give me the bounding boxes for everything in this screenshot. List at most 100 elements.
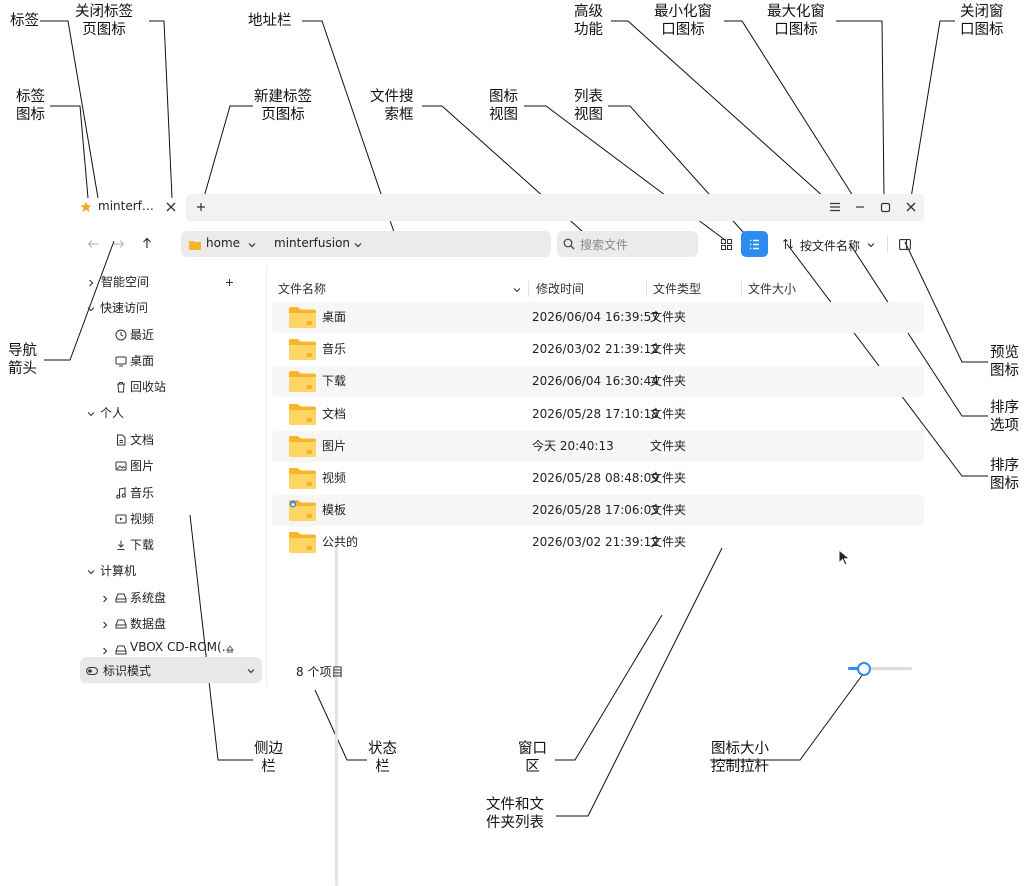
column-divider[interactable] [646,281,647,297]
callout-icon-size-slider: 图标大小 控制拉杆 [711,741,769,775]
mode-selector[interactable]: 标识模式 [80,657,262,683]
plus-icon[interactable] [223,276,235,288]
sort-icon[interactable] [781,237,795,251]
toolbar-divider [887,236,888,252]
column-divider[interactable] [741,281,742,297]
chevron-down-icon[interactable] [247,239,257,249]
breadcrumb-home[interactable]: home [206,236,240,250]
file-row[interactable]: 公共的 2026/03/02 21:39:12 文件夹 [272,527,924,558]
slider-handle[interactable] [857,662,871,676]
chevron-down-icon[interactable] [512,284,522,294]
preview-icon[interactable] [898,237,912,251]
file-row[interactable]: 下载 2026/06/04 16:30:44 文件夹 [272,366,924,398]
file-name: 音乐 [322,342,347,357]
callout-window-area: 窗口 区 [518,741,547,775]
file-type: 文件夹 [650,471,687,485]
chevron-down-icon[interactable] [86,408,96,418]
close-tab-icon[interactable] [164,200,178,214]
arrow-left-icon[interactable] [86,237,100,251]
arrow-right-icon[interactable] [112,237,126,251]
arrow-up-icon[interactable] [140,236,154,250]
image-icon [115,460,127,472]
breadcrumb-minterfusion[interactable]: minterfusion [274,236,350,250]
chevron-down-icon[interactable] [246,665,256,675]
sidebar-item-computer[interactable]: 计算机 [100,560,136,582]
tab-minterfusion[interactable]: minterf… [76,192,186,222]
list-view-icon[interactable] [741,231,768,257]
column-header-name[interactable]: 文件名称 [278,278,326,300]
file-row[interactable]: 桌面 2026/06/04 16:39:57 文件夹 [272,302,924,333]
chevron-down-icon[interactable] [86,303,96,313]
folder-icon [289,435,316,457]
download-icon [115,539,127,551]
sort-option-label[interactable]: 按文件名称 [800,237,860,254]
chevron-down-icon[interactable] [86,566,96,576]
address-bar[interactable]: home minterfusion [181,231,551,257]
sidebar-item-personal[interactable]: 个人 [100,402,124,424]
sidebar-item-documents[interactable]: 文档 [130,429,154,451]
sidebar-item-music[interactable]: 音乐 [130,482,154,504]
callout-minimize-icon: 最小化窗 口图标 [654,4,712,38]
callout-address-bar: 地址栏 [248,13,292,29]
file-modified: 2026/06/04 16:39:57 [532,310,659,324]
column-header-modified[interactable]: 修改时间 [536,278,584,300]
callout-close-window-icon: 关闭窗 口图标 [960,4,1004,38]
file-type: 文件夹 [650,535,687,550]
callout-list-view: 列表 视图 [574,89,603,123]
sidebar-item-pictures[interactable]: 图片 [130,455,154,477]
hamburger-menu-icon[interactable] [828,200,842,214]
file-row[interactable]: 模板 2026/05/28 17:06:03 文件夹 [272,495,924,527]
sidebar-item-cdrom[interactable]: VBOX CD-ROM(… [96,640,258,656]
hard-disk-icon [115,618,127,630]
file-name: 桌面 [322,310,347,324]
chevron-right-icon[interactable] [100,619,110,629]
file-name: 图片 [322,438,347,453]
sidebar-item-videos[interactable]: 视频 [130,508,154,530]
sidebar-item-system-disk[interactable]: 系统盘 [130,587,166,609]
chevron-right-icon[interactable] [86,277,96,287]
chevron-down-icon[interactable] [866,239,876,249]
file-type: 文件夹 [650,503,687,518]
column-divider[interactable] [528,281,529,297]
new-tab-plus-icon[interactable] [194,200,208,214]
sidebar-item-trash[interactable]: 回收站 [130,376,166,398]
video-icon [115,513,127,525]
callout-nav-arrows: 导航 箭头 [8,343,37,377]
callout-sidebar: 侧边 栏 [254,741,283,775]
sidebar-item-data-disk[interactable]: 数据盘 [130,613,166,635]
chevron-right-icon[interactable] [100,593,110,603]
sidebar-item-smart-space[interactable]: 智能空间 [101,271,149,293]
file-modified: 2026/05/28 08:48:09 [532,471,659,485]
search-box[interactable]: 搜索文件 [557,231,698,257]
file-name: 公共的 [322,535,359,550]
eject-icon[interactable] [226,644,234,654]
callout-icon-view: 图标 视图 [489,89,518,123]
sidebar-item-quick-access[interactable]: 快速访问 [100,297,148,319]
close-window-icon[interactable] [904,200,918,214]
column-header-type[interactable]: 文件类型 [653,278,701,300]
chevron-down-icon[interactable] [353,239,363,249]
sidebar-item-recent[interactable]: 最近 [130,324,154,346]
file-row[interactable]: 文档 2026/05/28 17:10:18 文件夹 [272,399,924,430]
maximize-icon[interactable] [878,200,892,214]
sidebar-divider [266,266,267,686]
file-row[interactable]: 图片 今天 20:40:13 文件夹 [272,430,924,462]
folder-icon [289,468,316,489]
file-row[interactable]: 音乐 2026/03/02 21:39:12 文件夹 [272,334,924,365]
file-type: 文件夹 [650,438,687,453]
grid-view-icon[interactable] [719,237,733,251]
file-row[interactable]: 视频 2026/05/28 08:48:09 文件夹 [272,463,924,494]
search-input[interactable]: 搜索文件 [580,236,628,253]
folder-icon [289,371,316,393]
folder-icon [189,239,201,250]
callout-maximize-icon: 最大化窗 口图标 [767,4,825,38]
file-modified: 2026/03/02 21:39:12 [532,535,659,550]
callout-file-list: 文件和文 件夹列表 [486,797,544,831]
minimize-icon[interactable] [853,200,867,214]
sidebar-item-downloads[interactable]: 下载 [130,534,154,556]
file-type: 文件夹 [650,342,687,357]
chevron-right-icon[interactable] [100,645,110,655]
sidebar-item-desktop[interactable]: 桌面 [130,350,154,372]
column-header-size[interactable]: 文件大小 [748,278,796,300]
sidebar-scrollbar[interactable] [335,536,338,886]
